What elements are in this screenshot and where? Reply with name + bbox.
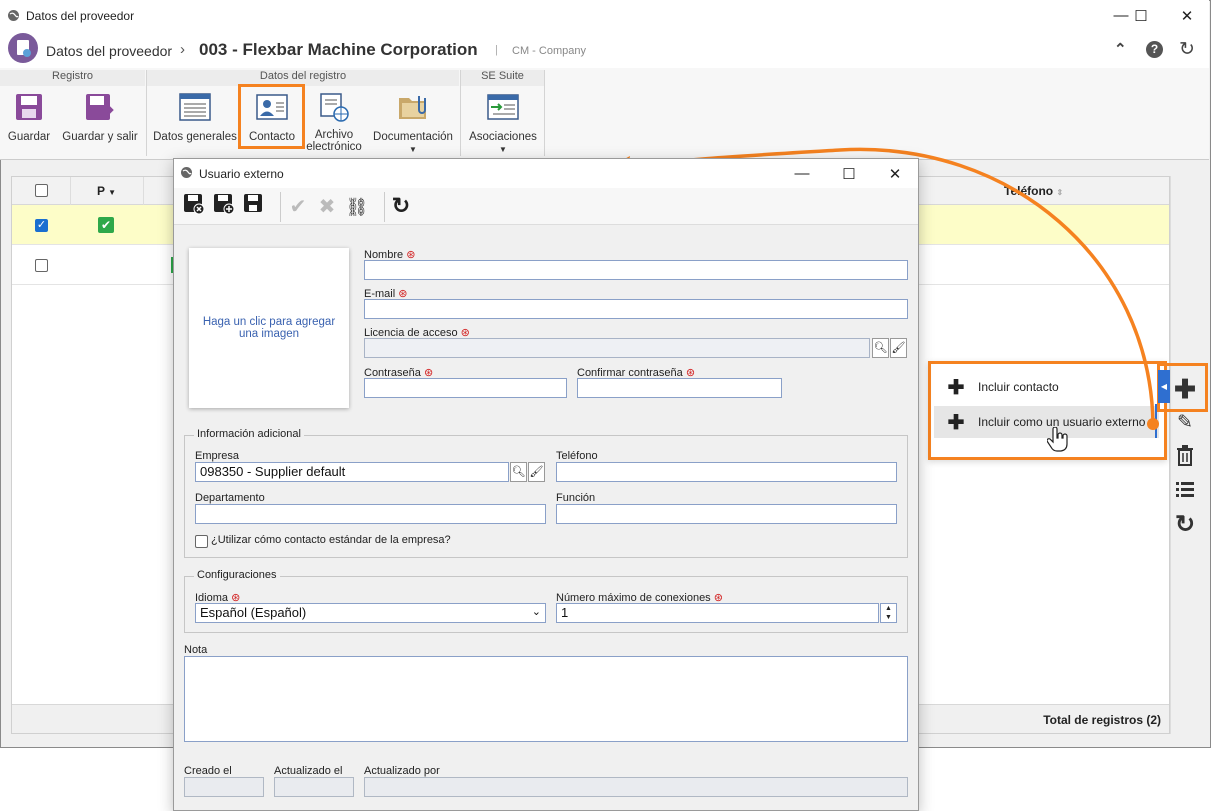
refresh-icon[interactable]: ↻ (1170, 510, 1200, 539)
company-label: CM - Company (512, 45, 586, 57)
nota-textarea[interactable] (184, 656, 908, 742)
empresa-label: Empresa (195, 450, 240, 462)
delete-icon[interactable] (1170, 444, 1200, 472)
documentacion-button[interactable]: Documentación ▼ (370, 92, 456, 154)
idioma-value: Español (Español) (200, 605, 307, 620)
guardar-button[interactable]: Guardar (4, 92, 54, 143)
chevron-down-icon: ⌄ (531, 606, 541, 618)
datos-generales-button[interactable]: Datos generales (152, 92, 238, 143)
guardar-y-salir-label: Guardar y salir (62, 131, 138, 143)
search-icon[interactable]: 🔍︎ (510, 462, 527, 482)
breadcrumb-root[interactable]: Datos del proveedor (46, 43, 172, 59)
documentacion-label: Documentación (373, 131, 453, 143)
maximize-button[interactable]: ☐ (1118, 0, 1164, 31)
confirmar-input[interactable] (577, 378, 782, 398)
save-close-icon[interactable] (180, 193, 208, 221)
save-icon[interactable] (240, 193, 268, 221)
search-icon[interactable]: 🔍︎ (872, 338, 889, 358)
toolbar-divider (280, 192, 281, 222)
dialog-minimize-button[interactable]: — (779, 159, 825, 188)
clear-brush-icon[interactable]: 🖌︎ (890, 338, 907, 358)
creado-label: Creado el (184, 765, 232, 777)
confirm-icon: ✔ (289, 196, 307, 218)
globe-icon (181, 167, 192, 178)
save-new-icon[interactable] (210, 193, 238, 221)
telefono-input[interactable] (556, 462, 897, 482)
email-input[interactable] (364, 299, 908, 319)
contrasena-input[interactable] (364, 378, 567, 398)
save-exit-icon (86, 94, 114, 120)
title-divider: | (495, 44, 498, 56)
funcion-input[interactable] (556, 504, 897, 524)
departamento-input[interactable] (195, 504, 546, 524)
window-title: Datos del proveedor (26, 9, 135, 23)
empresa-input[interactable]: 098350 - Supplier default (195, 462, 509, 482)
contacto-estandar-checkbox[interactable] (195, 535, 208, 548)
archivo-electronico-button[interactable]: Archivo electrónico (305, 92, 363, 153)
guardar-y-salir-button[interactable]: Guardar y salir (60, 92, 140, 143)
asociaciones-button[interactable]: Asociaciones ▼ (466, 92, 540, 154)
archivo-label-line2: electrónico (306, 141, 362, 153)
column-header-p[interactable]: P ▼ (97, 184, 116, 198)
asociaciones-label: Asociaciones (469, 131, 537, 143)
save-icon (16, 94, 42, 120)
dialog-close-button[interactable]: ✕ (872, 159, 918, 188)
dropdown-caret-icon: ▼ (499, 145, 507, 154)
toolbar-divider (384, 192, 385, 222)
licencia-input[interactable] (364, 338, 870, 358)
page-title: 003 - Flexbar Machine Corporation (199, 40, 478, 59)
unlink-icon[interactable]: ⛓ (343, 193, 371, 221)
actualizado-el-label: Actualizado el (274, 765, 343, 777)
row-checkbox[interactable] (35, 259, 48, 272)
actualizado-el-field (274, 777, 354, 797)
electronic-file-icon (320, 93, 349, 122)
funcion-label: Función (556, 492, 596, 504)
clear-brush-icon[interactable]: 🖌︎ (528, 462, 545, 482)
dialog-title: Usuario externo (199, 167, 284, 181)
max-conexiones-input[interactable]: 1 (556, 603, 879, 623)
globe-icon (8, 10, 19, 21)
actualizado-por-label: Actualizado por (364, 765, 440, 777)
close-button[interactable]: ✕ (1164, 0, 1210, 31)
folder-clip-icon (399, 96, 426, 119)
nota-label: Nota (184, 644, 208, 656)
ribbon-group-registro: Registro (0, 70, 145, 86)
help-icon[interactable]: ? (1146, 41, 1163, 58)
idioma-select[interactable]: Español (Español) ⌄ (195, 603, 546, 623)
actualizado-por-field (364, 777, 908, 797)
select-all-checkbox[interactable] (35, 184, 48, 197)
nombre-input[interactable] (364, 260, 908, 280)
ribbon-divider (460, 70, 461, 156)
contacto-highlight (238, 84, 305, 149)
add-image-placeholder[interactable]: Haga un clic para agregar una imagen (189, 248, 349, 408)
refresh-icon[interactable]: ↻ (387, 192, 415, 220)
associations-icon (487, 94, 519, 120)
ribbon-divider (146, 70, 147, 156)
main-titlebar: Datos del proveedor — ☐ ✕ (0, 0, 1209, 31)
app-logo-icon (8, 33, 38, 63)
configuraciones-legend: Configuraciones (194, 569, 280, 581)
info-adicional-legend: Información adicional (194, 428, 304, 440)
row-checkbox[interactable]: ✓ (35, 219, 48, 232)
collapse-icon[interactable]: ⌃ (1114, 40, 1127, 58)
breadcrumb-chevron-icon: › (180, 41, 185, 58)
dialog-maximize-button[interactable]: ☐ (826, 159, 872, 188)
guardar-label: Guardar (7, 131, 51, 143)
status-check-icon: ✔ (98, 217, 114, 233)
ribbon-divider (544, 70, 545, 156)
cancel-icon: ✖ (318, 196, 336, 218)
form-icon (179, 93, 211, 121)
list-icon[interactable] (1170, 480, 1200, 504)
datos-generales-label: Datos generales (153, 131, 237, 143)
contacto-estandar-label: ¿Utilizar cómo contacto estándar de la e… (211, 534, 451, 546)
telefono-label: Teléfono (556, 450, 598, 462)
number-stepper[interactable]: ▲ ▼ (880, 603, 897, 623)
archivo-label-line1: Archivo (314, 129, 354, 141)
refresh-icon[interactable]: ↻ (1179, 38, 1195, 61)
creado-field (184, 777, 264, 797)
departamento-label: Departamento (195, 492, 265, 504)
dropdown-caret-icon: ▼ (409, 145, 417, 154)
total-records: Total de registros (2) (1043, 713, 1161, 727)
ribbon-group-se-suite: SE Suite (461, 70, 544, 86)
